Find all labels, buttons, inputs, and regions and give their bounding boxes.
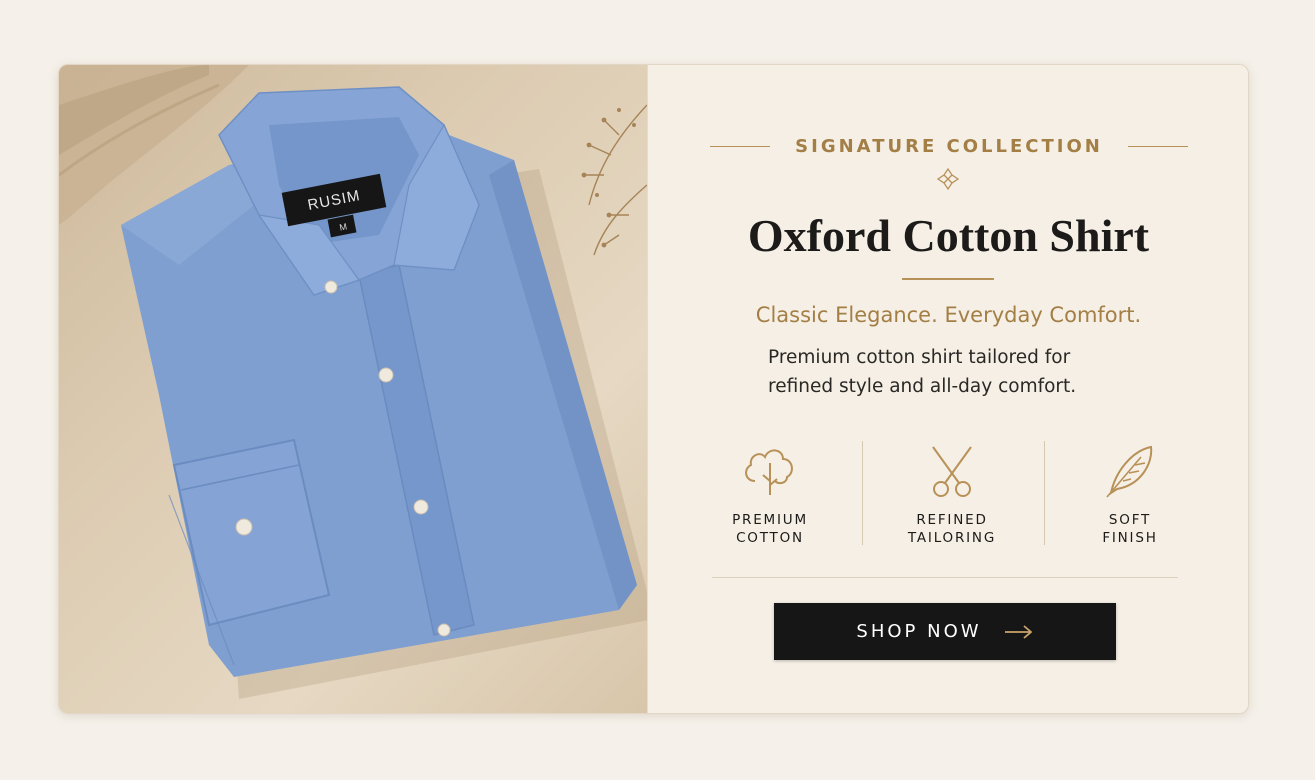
collection-eyebrow: SIGNATURE COLLECTION — [795, 136, 1103, 157]
product-info-panel: SIGNATURE COLLECTION Oxford Cotton Shirt… — [647, 65, 1248, 713]
cotton-icon — [745, 449, 793, 495]
section-divider — [712, 577, 1178, 578]
title-underline — [902, 278, 994, 280]
product-tagline: Classic Elegance. Everyday Comfort. — [755, 303, 1142, 327]
feature-soft-finish: SOFT FINISH — [1070, 439, 1190, 549]
feature-label-line-1: PREMIUM — [732, 512, 808, 528]
diamond-ornament-icon — [936, 167, 960, 191]
shop-now-label: SHOP NOW — [856, 621, 982, 642]
feature-divider — [862, 441, 863, 545]
scissors-icon — [932, 446, 972, 497]
feature-label-line-1: SOFT — [1108, 512, 1152, 528]
feature-premium-cotton: PREMIUM COTTON — [710, 439, 830, 549]
product-photo: RUSIM M — [59, 65, 647, 713]
feature-label-line-2: FINISH — [1102, 530, 1158, 546]
feature-list: PREMIUM COTTON REFINED TAILORING SOFT FI… — [710, 439, 1190, 549]
feature-label: REFINED TAILORING — [892, 511, 1012, 547]
arrow-right-icon — [1004, 624, 1032, 639]
feature-refined-tailoring: REFINED TAILORING — [892, 439, 1012, 549]
feature-label: PREMIUM COTTON — [710, 511, 830, 547]
feather-icon — [1106, 445, 1153, 498]
product-title: Oxford Cotton Shirt — [747, 210, 1150, 261]
feature-divider — [1044, 441, 1045, 545]
feature-label-line-1: REFINED — [916, 512, 988, 528]
eyebrow-rule-right — [1128, 146, 1188, 147]
folded-shirt-illustration: RUSIM M — [59, 65, 647, 699]
product-hero-card: RUSIM M SIGNATURE COLLECTION Oxford Cott… — [58, 64, 1249, 714]
feature-label: SOFT FINISH — [1070, 511, 1190, 547]
shop-now-button[interactable]: SHOP NOW — [774, 603, 1116, 660]
eyebrow-row: SIGNATURE COLLECTION — [710, 135, 1188, 159]
description-line-1: Premium cotton shirt tailored for — [768, 347, 1071, 368]
feature-label-line-2: TAILORING — [907, 530, 997, 546]
description-line-2: refined style and all-day comfort. — [768, 376, 1077, 397]
feature-label-line-2: COTTON — [736, 530, 804, 546]
product-description: Premium cotton shirt tailored for refine… — [768, 343, 1168, 401]
